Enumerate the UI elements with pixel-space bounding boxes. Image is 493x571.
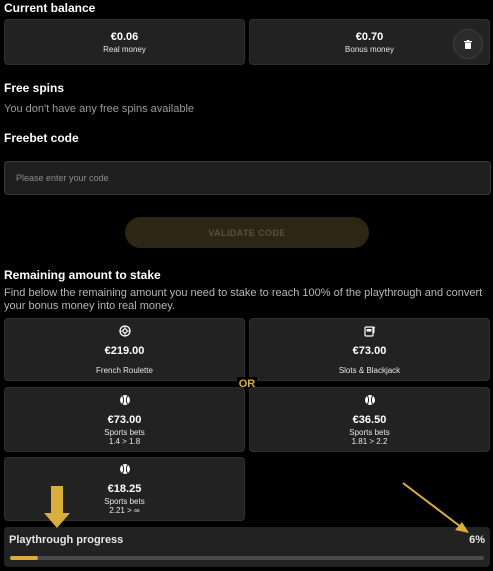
tennis-ball-icon <box>119 464 130 474</box>
freebet-code-title: Freebet code <box>4 131 79 145</box>
slot-machine-icon <box>363 325 375 337</box>
remaining-stake-description: Find below the remaining amount you need… <box>4 287 483 312</box>
current-balance-title: Current balance <box>4 1 96 15</box>
tennis-ball-icon <box>119 394 130 405</box>
roulette-icon <box>118 324 131 337</box>
stake-amount: €73.00 <box>107 413 142 426</box>
stake-card-roulette: €219.00 French Roulette <box>4 318 245 381</box>
free-spins-message: You don't have any free spins available <box>4 103 195 115</box>
bonus-money-label: Bonus money <box>345 44 394 54</box>
stake-card-sports-1: €73.00 Sports bets 1.4 > 1.8 <box>4 387 245 452</box>
validate-code-button[interactable]: VALIDATE CODE <box>125 217 369 248</box>
stake-amount: €36.50 <box>352 413 387 426</box>
stake-amount: €219.00 <box>104 344 145 357</box>
tennis-ball-icon <box>364 394 375 405</box>
stake-game-label: Sports bets <box>104 497 145 506</box>
stake-game-label: Slots & Blackjack <box>338 365 401 375</box>
trash-icon <box>464 39 472 49</box>
playthrough-progress-panel: Playthrough progress 6% <box>4 527 490 567</box>
real-money-amount: €0.06 <box>110 30 139 43</box>
stake-amount: €18.25 <box>107 483 142 495</box>
playthrough-progress-bar <box>10 556 484 560</box>
stake-card-sports-2: €36.50 Sports bets 1.81 > 2.2 <box>249 387 490 452</box>
playthrough-progress-fill <box>10 556 39 560</box>
stake-odds-range: 2.21 > ∞ <box>109 506 140 515</box>
remaining-stake-title: Remaining amount to stake <box>4 268 161 282</box>
delete-bonus-button[interactable] <box>453 29 483 59</box>
stake-game-label: French Roulette <box>96 365 153 375</box>
stake-amount: €73.00 <box>352 344 387 357</box>
real-money-card: €0.06 Real money <box>4 19 245 65</box>
stake-game-label: Sports bets <box>104 427 145 437</box>
stake-odds-range: 1.4 > 1.8 <box>108 436 141 446</box>
playthrough-progress-label: Playthrough progress <box>9 534 124 546</box>
playthrough-progress-percent: 6% <box>469 534 485 546</box>
stake-card-slots: €73.00 Slots & Blackjack <box>249 318 490 381</box>
stake-odds-range: 1.81 > 2.2 <box>351 436 388 446</box>
stake-game-label: Sports bets <box>349 427 390 437</box>
diagonal-arrow-icon <box>402 482 469 533</box>
stake-card-sports-3: €18.25 Sports bets 2.21 > ∞ <box>4 457 245 521</box>
real-money-label: Real money <box>103 44 146 54</box>
freebet-code-input[interactable]: Please enter your code <box>4 161 491 195</box>
free-spins-title: Free spins <box>4 81 65 95</box>
freebet-code-placeholder: Please enter your code <box>16 173 109 183</box>
bonus-money-amount: €0.70 <box>355 30 384 43</box>
